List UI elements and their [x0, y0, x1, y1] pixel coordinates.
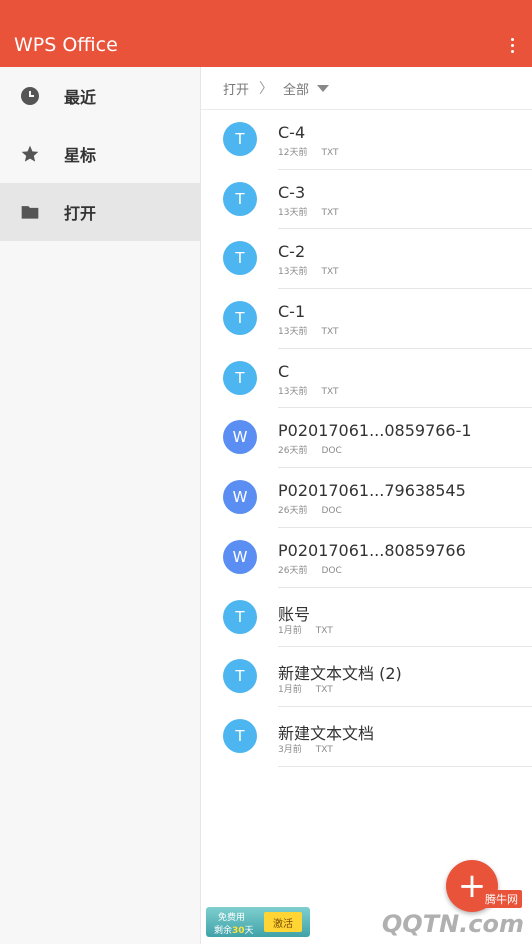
file-list: T C-4 12天前 TXT T C-3 13天前 TXT T C-2 13天前 TXT T C-1 13天…: [201, 110, 532, 767]
file-name: 账号: [278, 604, 311, 624]
file-row[interactable]: T C-4 12天前 TXT: [201, 110, 532, 170]
doc-file-icon: W: [223, 480, 257, 515]
file-row[interactable]: T C-1 13天前 TXT: [201, 289, 532, 349]
promo-line2: 剩余30天: [214, 926, 254, 936]
file-time: 12天前: [278, 148, 308, 158]
sidebar-item-starred[interactable]: 星标: [0, 125, 200, 183]
file-name: 新建文本文档: [278, 723, 375, 743]
file-browser: 打开 〉 全部 T C-4 12天前 TXT T C-3 13天前 TXT T C-2 13天前 TX…: [201, 67, 532, 944]
sidebar-item-label: 打开: [64, 204, 97, 223]
doc-file-icon: W: [223, 539, 257, 574]
folder-icon: [20, 202, 40, 222]
star-icon: [20, 144, 40, 164]
file-row[interactable]: T 新建文本文档 (2) 1月前 TXT: [201, 647, 532, 707]
sidebar-item-label: 星标: [64, 146, 97, 165]
txt-file-icon: T: [223, 181, 257, 216]
file-time: 13天前: [278, 386, 308, 397]
file-meta: 26天前 DOC: [278, 563, 342, 576]
file-type: DOC: [321, 565, 342, 576]
file-time: 13天前: [278, 207, 308, 218]
file-meta: 26天前 DOC: [278, 503, 342, 516]
more-options-icon[interactable]: [504, 33, 520, 57]
file-time: 13天前: [278, 267, 308, 278]
file-row[interactable]: T 账号 1月前 TXT: [201, 588, 532, 648]
divider: [278, 765, 532, 767]
file-meta: 13天前 TXT: [278, 324, 338, 337]
file-time: 26天前: [278, 506, 308, 517]
breadcrumb: 打开 〉 全部: [201, 67, 532, 110]
activate-button[interactable]: 激活: [264, 912, 302, 932]
file-time: 1月前: [278, 625, 302, 636]
promo-banner[interactable]: 免费用 剩余30天 激活: [206, 907, 310, 937]
clock-icon: [20, 86, 40, 106]
file-row[interactable]: T C 13天前 TXT: [201, 349, 532, 409]
file-name: P02017061...80859766: [278, 540, 466, 560]
txt-file-icon: T: [223, 301, 257, 336]
txt-file-icon: T: [223, 659, 257, 694]
watermark-text: QQTN.com: [381, 910, 524, 938]
file-type: TXT: [321, 207, 339, 218]
file-row[interactable]: W P02017061...79638545 26天前 DOC: [201, 468, 532, 528]
txt-file-icon: T: [223, 360, 257, 395]
chevron-right-icon: 〉: [259, 81, 274, 97]
file-meta: 1月前 TXT: [278, 623, 333, 636]
file-time: 3月前: [278, 744, 302, 755]
app-bar: WPS Office: [0, 0, 532, 67]
file-row[interactable]: W P02017061...0859766-1 26天前 DOC: [201, 408, 532, 469]
sidebar: 最近 星标 打开: [0, 67, 201, 944]
txt-file-icon: T: [223, 241, 257, 276]
file-meta: 1月前 TXT: [278, 682, 333, 695]
file-name: C-3: [278, 182, 306, 202]
breadcrumb-filter[interactable]: 全部: [283, 79, 309, 98]
file-type: TXT: [315, 625, 333, 636]
file-row[interactable]: T C-3 13天前 TXT: [201, 170, 532, 230]
app-title: WPS Office: [14, 34, 118, 56]
file-row[interactable]: W P02017061...80859766 26天前 DOC: [201, 528, 532, 588]
watermark-badge: 腾牛网: [481, 890, 522, 908]
file-meta: 3月前 TXT: [278, 742, 333, 755]
dropdown-caret-icon[interactable]: [317, 84, 330, 92]
file-name: P02017061...0859766-1: [278, 421, 472, 441]
file-meta: 13天前 TXT: [278, 264, 338, 277]
file-type: TXT: [321, 267, 339, 278]
file-meta: 12天前 TXT: [278, 145, 338, 158]
txt-file-icon: T: [223, 599, 257, 634]
sidebar-item-label: 最近: [64, 88, 97, 107]
file-row[interactable]: T C-2 13天前 TXT: [201, 229, 532, 290]
promo-line1: 免费用: [218, 913, 246, 923]
sidebar-item-open[interactable]: 打开: [0, 183, 200, 241]
file-type: TXT: [315, 685, 333, 696]
file-name: C-4: [278, 123, 306, 142]
txt-file-icon: T: [223, 718, 257, 753]
file-type: TXT: [321, 148, 339, 158]
file-time: 1月前: [278, 685, 302, 696]
file-time: 26天前: [278, 565, 308, 576]
file-name: C-1: [278, 302, 306, 322]
file-name: P02017061...79638545: [278, 481, 466, 501]
file-meta: 26天前 DOC: [278, 443, 342, 456]
watermark-logo: 腾牛网 QQTN.com: [381, 890, 524, 938]
breadcrumb-root[interactable]: 打开: [223, 79, 249, 98]
file-type: TXT: [315, 744, 333, 755]
file-type: TXT: [321, 327, 339, 338]
sidebar-item-recent[interactable]: 最近: [0, 67, 200, 125]
file-meta: 13天前 TXT: [278, 384, 338, 397]
file-time: 13天前: [278, 327, 308, 338]
file-meta: 13天前 TXT: [278, 205, 338, 218]
file-name: C-2: [278, 242, 306, 262]
file-name: 新建文本文档 (2): [278, 664, 402, 684]
doc-file-icon: W: [223, 420, 257, 455]
file-time: 26天前: [278, 446, 308, 457]
txt-file-icon: T: [223, 122, 257, 156]
file-type: DOC: [321, 446, 342, 457]
file-type: DOC: [321, 506, 342, 517]
file-type: TXT: [321, 386, 339, 397]
file-row[interactable]: T 新建文本文档 3月前 TXT: [201, 707, 532, 767]
file-name: C: [278, 361, 290, 381]
